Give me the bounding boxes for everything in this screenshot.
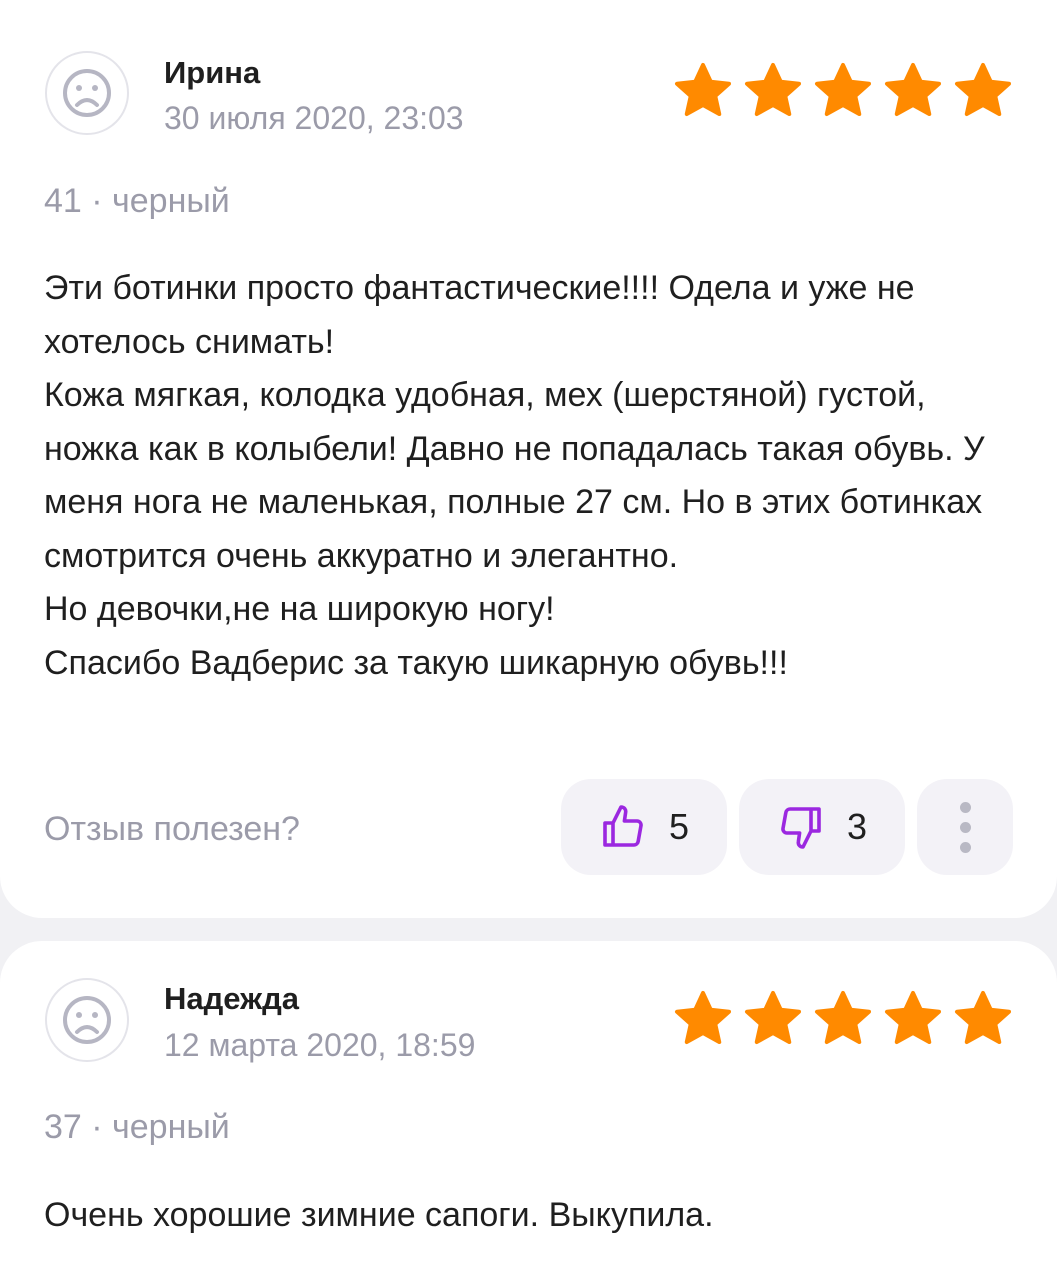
dislike-count: 3 (846, 806, 868, 847)
star-icon (745, 63, 801, 116)
star-icon (815, 63, 871, 116)
star-icon (885, 63, 941, 116)
star-icon (745, 991, 801, 1044)
review-text: Эти ботинки просто фантастические!!!! Од… (44, 262, 1004, 690)
review-text-line: Эти ботинки просто фантастические!!!! Од… (44, 269, 915, 361)
review-text-line: Кожа мягкая, колодка удобная, мех (шерст… (44, 376, 985, 575)
review-text: Очень хорошие зимние сапоги. Выкупила. (44, 1189, 1004, 1243)
review-author: Надежда (164, 981, 300, 1016)
sad-face-icon (45, 51, 129, 135)
review-card: Ирина 30 июля 2020, 23:03 41 · черный Эт… (0, 0, 1057, 918)
more-dot (959, 841, 971, 853)
review-text-line: Спасибо Вадберис за такую шикарную обувь… (44, 643, 788, 682)
rating-stars (673, 61, 1013, 121)
sad-face-icon (45, 978, 129, 1062)
thumbs-down-icon (781, 807, 821, 849)
more-dot (959, 821, 971, 833)
review-date: 12 марта 2020, 18:59 (164, 1027, 476, 1063)
more-vertical-icon (959, 801, 971, 813)
star-icon (955, 63, 1011, 116)
dislike-button[interactable]: 3 (739, 779, 905, 875)
rating-stars (673, 989, 1013, 1049)
star-icon (675, 991, 731, 1044)
helpful-label: Отзыв полезен? (44, 810, 300, 848)
review-variant: 41 · черный (44, 182, 230, 220)
thumbs-up-icon (603, 805, 643, 847)
more-options-button[interactable] (917, 779, 1013, 875)
review-variant: 37 · черный (44, 1108, 230, 1146)
star-icon (815, 991, 871, 1044)
review-text-line: Но девочки,не на широкую ногу! (44, 590, 555, 628)
like-button[interactable]: 5 (561, 779, 727, 875)
review-author: Ирина (164, 55, 261, 90)
review-text-line: Очень хорошие зимние сапоги. Выкупила. (44, 1196, 714, 1234)
star-icon (885, 991, 941, 1044)
star-icon (675, 63, 731, 116)
star-icon (955, 991, 1011, 1044)
like-count: 5 (668, 806, 690, 847)
review-card: Надежда 12 марта 2020, 18:59 37 · черный… (0, 941, 1057, 1280)
review-date: 30 июля 2020, 23:03 (164, 100, 464, 136)
